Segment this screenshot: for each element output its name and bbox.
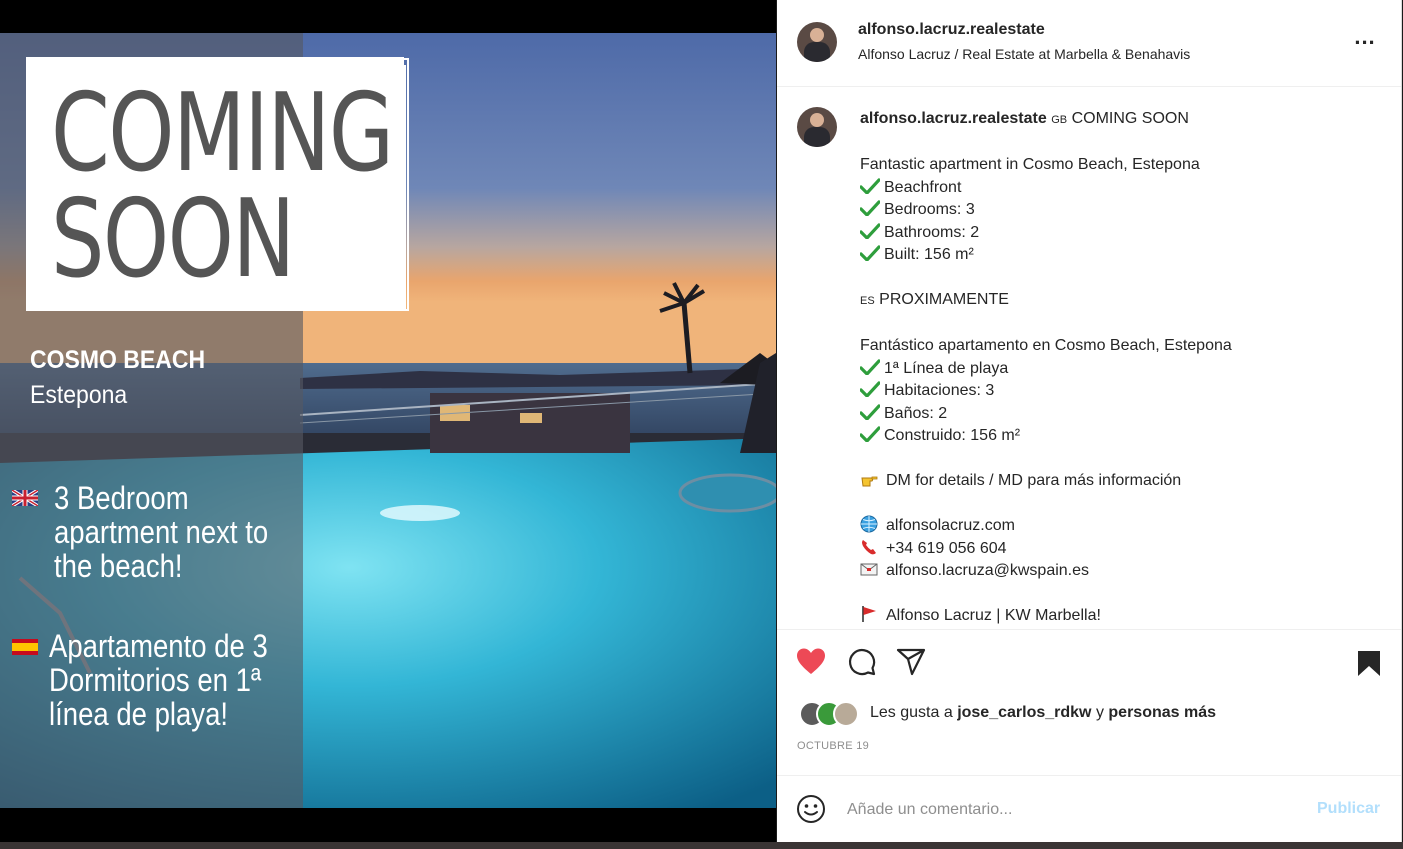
publish-comment-button[interactable]: Publicar (1317, 800, 1380, 818)
check-mark-icon (860, 222, 880, 239)
likes-prefix: Les gusta a (870, 704, 953, 721)
comment-divider (777, 775, 1401, 776)
check-mark-icon (860, 200, 880, 216)
dm-line: DM for details / MD para más información (886, 472, 1182, 489)
phone-number[interactable]: +34 619 056 604 (886, 540, 1007, 557)
feature-text-en: 3 Bedroom apartment next to the beach! (54, 480, 269, 584)
check-mark-icon (860, 403, 880, 420)
location-city: Estepona (30, 381, 128, 409)
author-subtitle: Alfonso Lacruz / Real Estate at Marbella… (858, 46, 1191, 62)
signature-line: Alfonso Lacruz | KW Marbella! (886, 607, 1101, 624)
globe-icon (860, 515, 878, 533)
caption-item: Built: 156 m² (884, 246, 974, 263)
uk-flag-icon (12, 490, 38, 506)
envelope-icon (860, 563, 878, 576)
check-mark-icon (860, 358, 880, 375)
bookmark-icon[interactable] (1355, 649, 1383, 677)
caption-headline-es: Fantástico apartamento en Cosmo Beach, E… (860, 337, 1232, 354)
share-paper-plane-icon[interactable] (896, 647, 926, 677)
likes-summary: Les gusta a jose_carlos_rdkw y personas … (870, 704, 1216, 722)
likes-joiner: y (1095, 704, 1104, 721)
caption-item: Baños: 2 (884, 404, 948, 422)
es-code: ES (860, 295, 875, 307)
caption-username-link[interactable]: alfonso.lacruz.realestate (860, 110, 1047, 127)
location-name: COSMO BEACH (30, 346, 206, 374)
check-mark-icon (860, 426, 880, 442)
header-divider (777, 86, 1401, 87)
website-link[interactable]: alfonsolacruz.com (886, 517, 1015, 534)
pointing-hand-icon (861, 476, 878, 487)
liker-username-link[interactable]: jose_carlos_rdkw (957, 704, 1091, 721)
caption-title-en: COMING SOON (1071, 110, 1189, 127)
caption-item: Beachfront (884, 178, 962, 196)
phone-icon (862, 539, 876, 554)
caption-item: Construido: 156 m² (884, 427, 1021, 444)
email-link[interactable]: alfonso.lacruza@kwspain.es (886, 562, 1089, 579)
actions-divider (777, 629, 1401, 630)
author-username-link[interactable]: alfonso.lacruz.realestate (858, 21, 1045, 39)
caption-item: Habitaciones: 3 (884, 382, 995, 399)
check-mark-icon (860, 177, 880, 194)
caption-item: Bathrooms: 2 (884, 223, 980, 241)
coming-soon-line1: COMING (51, 71, 394, 196)
feature-text-es: Apartamento de 3 Dormitorios en 1ª línea… (49, 628, 268, 732)
caption-item: Bedrooms: 3 (884, 201, 975, 218)
liker-avatar (833, 701, 859, 727)
gb-code: GB (1051, 114, 1068, 126)
caption-title-es: PROXIMAMENTE (879, 291, 1009, 308)
coming-soon-box: COMING SOON (26, 57, 404, 311)
caption-headline-en: Fantastic apartment in Cosmo Beach, Este… (860, 156, 1200, 173)
comment-bubble-icon[interactable] (847, 647, 877, 677)
emoji-smiley-icon[interactable] (796, 794, 826, 824)
post-photo[interactable]: COMING SOON COSMO BEACH Estepona 3 Bedro… (0, 33, 776, 808)
check-mark-icon (860, 245, 880, 261)
caption-item: 1ª Línea de playa (884, 359, 1009, 377)
post-caption: alfonso.lacruz.realestate GB COMING SOON… (860, 108, 1380, 628)
more-options-button[interactable]: ... (1351, 26, 1379, 52)
likers-avatars[interactable] (799, 701, 865, 727)
spain-flag-icon (12, 639, 38, 655)
caption-avatar[interactable] (797, 107, 837, 147)
comment-input[interactable] (847, 797, 1267, 823)
post-date[interactable]: OCTUBRE 19 (797, 740, 869, 752)
likes-others-link[interactable]: personas más (1108, 704, 1216, 721)
red-flag-icon (862, 606, 876, 622)
check-mark-icon (860, 381, 880, 397)
post-side-panel: alfonso.lacruz.realestate Alfonso Lacruz… (777, 0, 1402, 842)
coming-soon-line2: SOON (51, 177, 295, 302)
post-media: COMING SOON COSMO BEACH Estepona 3 Bedro… (0, 0, 776, 849)
author-avatar[interactable] (797, 22, 837, 62)
background-strip (0, 842, 1403, 849)
like-heart-icon[interactable] (796, 647, 826, 677)
